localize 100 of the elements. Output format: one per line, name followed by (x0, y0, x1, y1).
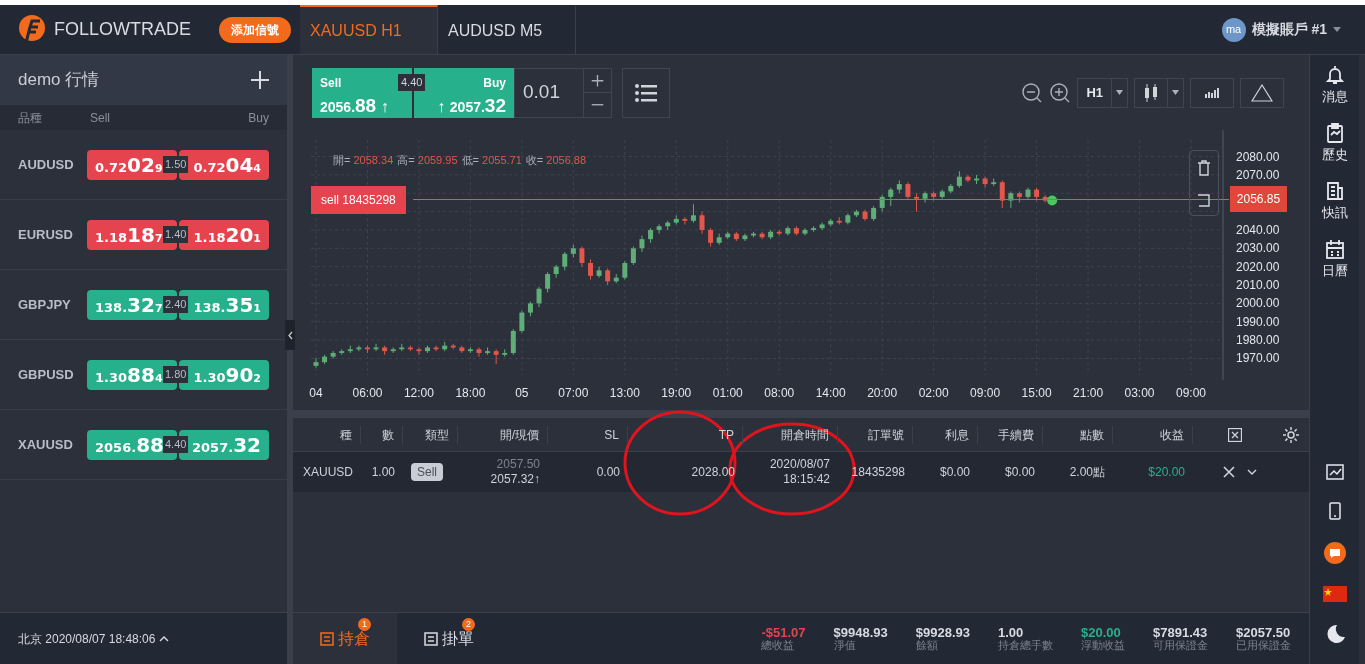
price: 1.18 187 (95, 221, 163, 249)
chat-icon[interactable] (1323, 542, 1346, 564)
column-header[interactable]: 收益 (1113, 425, 1193, 444)
axis-label: 13:00 (609, 386, 640, 400)
axis-label: 12:00 (403, 386, 434, 400)
candlestick (630, 245, 636, 266)
count-badge: 1 (358, 618, 371, 631)
column-header[interactable]: 開/現價 (458, 425, 548, 444)
candlestick (622, 260, 628, 281)
axis-label: 02:00 (918, 386, 949, 400)
calendar-icon (1325, 239, 1344, 260)
side-menu-item[interactable]: 快訊 (1321, 173, 1348, 231)
candlestick (519, 310, 525, 334)
candlestick (313, 357, 319, 369)
bottom-tab[interactable]: 持倉 1 (293, 613, 397, 664)
column-header[interactable]: 類型 (403, 425, 458, 444)
candlestick (682, 216, 688, 225)
bottom-tab[interactable]: 掛單 2 (397, 613, 501, 664)
candlestick (545, 271, 551, 293)
settings-icon[interactable] (1282, 425, 1300, 444)
candlestick (476, 346, 482, 358)
axis-label: 1970.00 (1236, 351, 1280, 366)
bell-icon (1324, 65, 1345, 86)
collapse-handle[interactable] (285, 320, 295, 350)
bracket-icon[interactable] (1197, 192, 1211, 207)
column-header: Sell (90, 109, 111, 127)
chevron-down-icon[interactable] (1247, 469, 1257, 475)
zoom-out-icon[interactable] (1021, 81, 1044, 104)
chevron-left-icon (287, 330, 293, 340)
candlestick (1008, 190, 1014, 209)
close-all-icon[interactable] (1228, 427, 1242, 442)
column-header[interactable]: 數 (361, 425, 403, 444)
watchlist-row[interactable]: AUDUSD 0.72029 1.50 0.72044 (0, 130, 287, 200)
summary-label: 淨值 (833, 638, 856, 652)
axis-label: 07:00 (558, 386, 589, 400)
candlestick (690, 203, 696, 224)
symbol-name: GBPUSD (18, 365, 75, 384)
chart-tab[interactable]: AUDUSD M5 (438, 5, 576, 54)
table-cell-text: $20.00 (1147, 464, 1186, 481)
trash-icon[interactable] (1197, 159, 1211, 176)
ticket-price: 2056.88 ↑ (320, 93, 390, 118)
column-header[interactable]: SL (548, 425, 628, 444)
summary-label: 可用保證金 (1153, 638, 1208, 652)
candlestick (579, 245, 585, 268)
price: 1.18201 (193, 221, 261, 249)
column-header[interactable]: 手續費 (978, 425, 1043, 444)
drawing-tool-button[interactable] (1240, 77, 1284, 108)
order-list-button[interactable] (622, 67, 670, 118)
axis-label: 01:00 (712, 386, 743, 400)
candlestick (416, 346, 422, 356)
column-header[interactable]: 開倉時間 (743, 425, 838, 444)
summary-value: 1.00 (998, 625, 1025, 639)
tab-icon (424, 631, 438, 646)
order-line-label[interactable]: sell 18435298 (311, 186, 406, 214)
summary-value: $9948.93 (833, 625, 888, 639)
summary-value: $20.00 (1081, 625, 1122, 639)
caret-icon[interactable] (1333, 27, 1341, 32)
symbol-name: GBPJPY (18, 295, 72, 314)
candlestick (536, 286, 542, 308)
ticket-label: Buy (482, 74, 506, 92)
price: 2057.32 (192, 431, 261, 459)
side-menu-item[interactable]: 消息 (1321, 57, 1348, 115)
column-header: Buy (248, 109, 269, 127)
candlestick (493, 348, 499, 365)
server-clock: 北京 2020/08/07 18:48:06 (18, 630, 156, 648)
symbol-name: EURUSD (18, 225, 74, 244)
axis-label: 1980.00 (1236, 333, 1280, 348)
axis-label: 2040.00 (1236, 222, 1280, 237)
column-header[interactable]: 種 (293, 425, 361, 444)
ohlc-reading: 高= 2059.95 (397, 153, 458, 168)
axis-label: 2070.00 (1236, 167, 1280, 182)
close-icon[interactable] (1223, 466, 1235, 478)
price: 0.72029 (95, 151, 163, 179)
axis-label: 09:00 (1176, 386, 1206, 400)
column-header[interactable]: 訂單號 (838, 425, 913, 444)
axis-label: 18:00 (455, 386, 486, 400)
column-header[interactable]: 點數 (1043, 425, 1113, 444)
chart-tab[interactable]: XAUUSD H1 (300, 5, 438, 54)
column-header[interactable]: 利息 (913, 425, 978, 444)
chart-icon[interactable] (1325, 464, 1344, 480)
flag-icon[interactable] (1322, 586, 1347, 602)
zoom-in-icon[interactable] (1049, 81, 1072, 104)
side-menu-item[interactable]: 日曆 (1321, 231, 1348, 289)
phone-icon[interactable] (1328, 502, 1341, 520)
timeframe-dropdown[interactable]: H1 (1077, 77, 1128, 108)
chevron-up-icon[interactable] (159, 635, 170, 642)
axis-label: 09:00 (970, 386, 1001, 400)
chart-type-dropdown[interactable] (1134, 77, 1184, 108)
axis-label: 20:00 (867, 386, 898, 400)
price: 2056.88 (95, 431, 164, 459)
ohlc-reading: 低= 2055.71 (461, 153, 522, 168)
account-name[interactable]: 模擬賬戶 #1 (1251, 19, 1327, 40)
axis-label: 21:00 (1073, 386, 1104, 400)
candlestick-icon (1143, 83, 1159, 102)
summary-label: 浮動收益 (1081, 638, 1125, 652)
type-badge: Sell (411, 463, 443, 481)
indicator-button[interactable] (1190, 77, 1234, 108)
list-icon (635, 83, 657, 102)
watchlist-row[interactable]: EURUSD 1.18 187 1.40 1.18201 (0, 200, 287, 270)
side-menu-item[interactable]: 歷史 (1321, 115, 1348, 173)
